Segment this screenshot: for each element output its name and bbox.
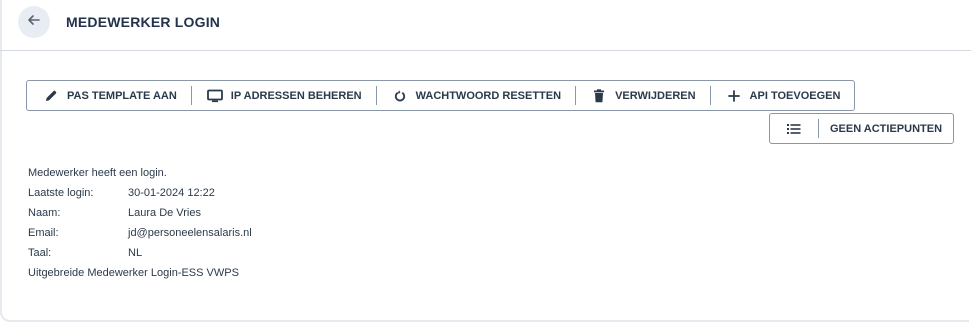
email-row: Email: jd@personeelensalaris.nl: [28, 226, 252, 246]
email-value: jd@personeelensalaris.nl: [128, 227, 252, 239]
pencil-icon: [43, 88, 59, 104]
manage-ip-label: IP ADRESSEN BEHEREN: [230, 89, 362, 102]
name-label: Naam:: [28, 207, 61, 219]
action-items-label: GEEN ACTIEPUNTEN: [829, 122, 943, 135]
page-title: MEDEWERKER LOGIN: [66, 14, 221, 30]
action-toolbar: PAS TEMPLATE AAN IP ADRESSEN BEHEREN WAC…: [26, 80, 856, 111]
reset-icon: [392, 88, 408, 104]
edit-template-label: PAS TEMPLATE AAN: [67, 89, 177, 102]
back-button[interactable]: [18, 6, 50, 38]
list-icon: [770, 119, 819, 138]
delete-button[interactable]: VERWIJDEREN: [575, 81, 709, 110]
language-value: NL: [128, 247, 143, 259]
add-api-button[interactable]: API TOEVOEGEN: [709, 81, 855, 110]
page-header: MEDEWERKER LOGIN: [0, 0, 971, 51]
last-login-value: 30-01-2024 12:22: [128, 187, 215, 199]
trash-icon: [591, 88, 607, 104]
manage-ip-button[interactable]: IP ADRESSEN BEHEREN: [190, 81, 376, 110]
arrow-left-icon: [27, 13, 41, 32]
monitor-icon: [206, 88, 223, 104]
reset-password-button[interactable]: WACHTWOORD RESETTEN: [375, 81, 575, 110]
language-row: Taal: NL: [28, 246, 252, 266]
extended-login-type: Uitgebreide Medewerker Login-ESS VWPS: [28, 267, 239, 279]
login-status: Medewerker heeft een login.: [28, 167, 167, 179]
login-info: Medewerker heeft een login. Laatste logi…: [28, 166, 252, 286]
language-label: Taal:: [28, 247, 52, 259]
last-login-label: Laatste login:: [28, 187, 94, 199]
plus-icon: [726, 88, 742, 104]
edit-template-button[interactable]: PAS TEMPLATE AAN: [27, 81, 191, 110]
email-label: Email:: [28, 227, 59, 239]
reset-password-label: WACHTWOORD RESETTEN: [415, 89, 562, 102]
delete-label: VERWIJDEREN: [615, 89, 696, 102]
add-api-label: API TOEVOEGEN: [749, 89, 841, 102]
name-value: Laura De Vries: [128, 207, 201, 219]
last-login-row: Laatste login: 30-01-2024 12:22: [28, 186, 252, 206]
action-items-button[interactable]: GEEN ACTIEPUNTEN: [769, 113, 954, 144]
name-row: Naam: Laura De Vries: [28, 206, 252, 226]
